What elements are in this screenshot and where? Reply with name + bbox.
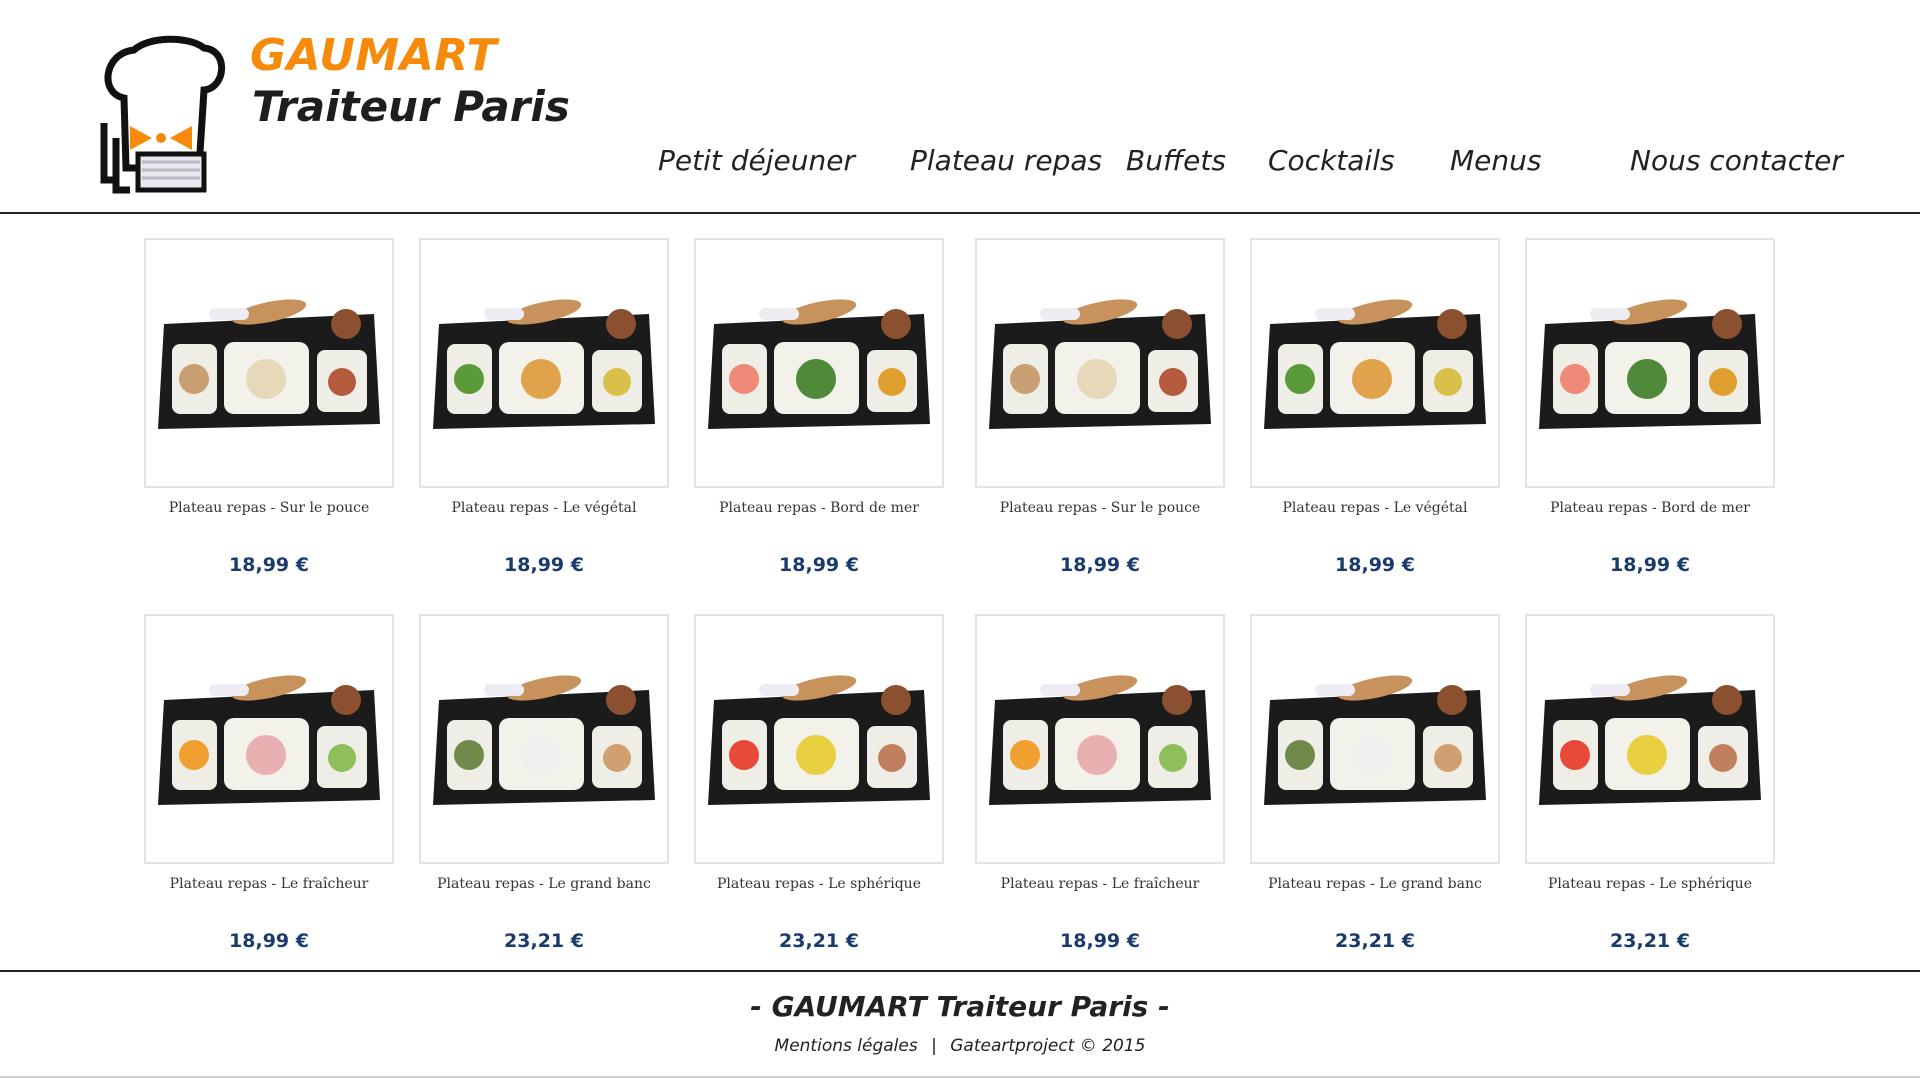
product-card[interactable]: Plateau repas - Le sphérique 23,21 € <box>1525 614 1775 964</box>
main-nav: Petit déjeuner Plateau repas Buffets Coc… <box>0 144 1920 188</box>
product-title[interactable]: Plateau repas - Sur le pouce <box>955 500 1245 516</box>
brand-subtitle[interactable]: Traiteur Paris <box>252 82 570 131</box>
product-card[interactable]: Plateau repas - Sur le pouce 18,99 € <box>975 238 1225 588</box>
product-card[interactable]: Plateau repas - Le végétal 18,99 € <box>1250 238 1500 588</box>
nav-item-buffets[interactable]: Buffets <box>1126 144 1226 177</box>
product-card[interactable]: Plateau repas - Sur le pouce 18,99 € <box>144 238 394 588</box>
product-card[interactable]: Plateau repas - Le végétal 18,99 € <box>419 238 669 588</box>
product-price: 18,99 € <box>779 554 859 576</box>
product-card[interactable]: Plateau repas - Le grand banc 23,21 € <box>419 614 669 964</box>
product-title[interactable]: Plateau repas - Le fraîcheur <box>124 876 414 892</box>
product-price: 18,99 € <box>504 554 584 576</box>
nav-item-menus[interactable]: Menus <box>1450 144 1541 177</box>
meal-tray-photo[interactable] <box>975 238 1225 488</box>
product-title[interactable]: Plateau repas - Bord de mer <box>1505 500 1795 516</box>
meal-tray-photo[interactable] <box>694 614 944 864</box>
product-price: 18,99 € <box>229 930 309 952</box>
product-title[interactable]: Plateau repas - Bord de mer <box>674 500 964 516</box>
product-title[interactable]: Plateau repas - Le sphérique <box>1505 876 1795 892</box>
meal-tray-photo[interactable] <box>144 614 394 864</box>
footer-links: Mentions légales | Gateartproject © 2015 <box>0 1036 1920 1056</box>
product-price: 18,99 € <box>1610 554 1690 576</box>
product-title[interactable]: Plateau repas - Le végétal <box>399 500 689 516</box>
meal-tray-photo[interactable] <box>694 238 944 488</box>
meal-tray-photo[interactable] <box>1525 614 1775 864</box>
site-header: GAUMART Traiteur Paris Petit déjeuner Pl… <box>0 0 1920 214</box>
footer-separator: | <box>931 1036 937 1056</box>
product-title[interactable]: Plateau repas - Le végétal <box>1230 500 1520 516</box>
product-price: 18,99 € <box>229 554 309 576</box>
product-grid: Plateau repas - Sur le pouce 18,99 € Plate… <box>0 236 1920 966</box>
header-divider <box>0 212 1920 214</box>
product-card[interactable]: Plateau repas - Le fraîcheur 18,99 € <box>144 614 394 964</box>
product-price: 23,21 € <box>1610 930 1690 952</box>
product-card[interactable]: Plateau repas - Le fraîcheur 18,99 € <box>975 614 1225 964</box>
product-title[interactable]: Plateau repas - Le fraîcheur <box>955 876 1245 892</box>
product-card[interactable]: Plateau repas - Bord de mer 18,99 € <box>694 238 944 588</box>
product-price: 18,99 € <box>1335 554 1415 576</box>
footer-title: - GAUMART Traiteur Paris - <box>750 990 1170 1023</box>
product-price: 18,99 € <box>1060 554 1140 576</box>
meal-tray-photo[interactable] <box>1525 238 1775 488</box>
meal-tray-photo[interactable] <box>1250 614 1500 864</box>
product-price: 23,21 € <box>779 930 859 952</box>
nav-item-petit-dejeuner[interactable]: Petit déjeuner <box>658 144 855 177</box>
product-title[interactable]: Plateau repas - Le sphérique <box>674 876 964 892</box>
product-price: 23,21 € <box>504 930 584 952</box>
legal-notice-link[interactable]: Mentions légales <box>775 1036 918 1056</box>
meal-tray-photo[interactable] <box>419 614 669 864</box>
product-title[interactable]: Plateau repas - Le grand banc <box>399 876 689 892</box>
product-price: 23,21 € <box>1335 930 1415 952</box>
footer-divider <box>0 970 1920 972</box>
product-title[interactable]: Plateau repas - Sur le pouce <box>124 500 414 516</box>
meal-tray-photo[interactable] <box>1250 238 1500 488</box>
meal-tray-photo[interactable] <box>419 238 669 488</box>
nav-item-cocktails[interactable]: Cocktails <box>1268 144 1395 177</box>
product-title[interactable]: Plateau repas - Le grand banc <box>1230 876 1520 892</box>
meal-tray-photo[interactable] <box>975 614 1225 864</box>
meal-tray-photo[interactable] <box>144 238 394 488</box>
product-card[interactable]: Plateau repas - Le grand banc 23,21 € <box>1250 614 1500 964</box>
product-card[interactable]: Plateau repas - Bord de mer 18,99 € <box>1525 238 1775 588</box>
footer-credit: Gateartproject © 2015 <box>950 1036 1146 1056</box>
product-card[interactable]: Plateau repas - Le sphérique 23,21 € <box>694 614 944 964</box>
brand-name[interactable]: GAUMART <box>250 30 497 81</box>
footer-bottom-divider <box>0 1076 1920 1078</box>
nav-item-plateau-repas[interactable]: Plateau repas <box>910 144 1102 177</box>
product-price: 18,99 € <box>1060 930 1140 952</box>
nav-item-nous-contacter[interactable]: Nous contacter <box>1630 144 1843 177</box>
